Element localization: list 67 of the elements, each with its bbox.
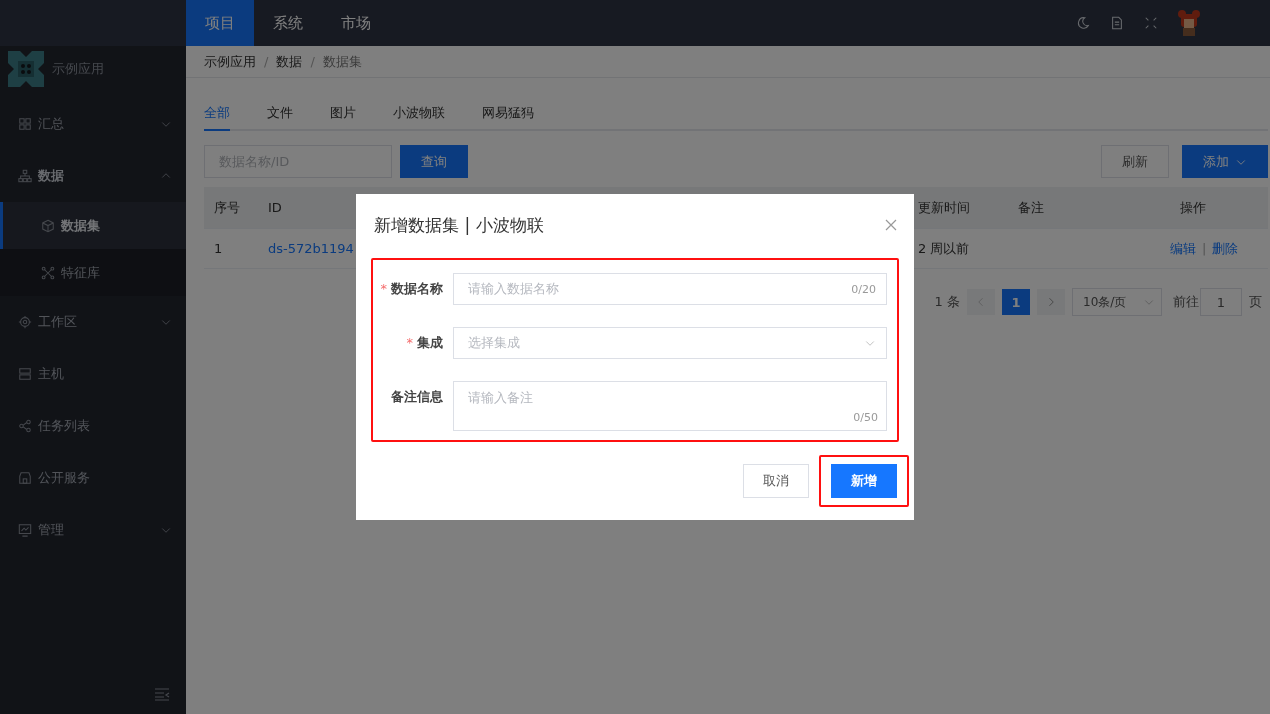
sidebar-subitem[interactable]: 特征库 — [0, 249, 186, 296]
tab[interactable]: 网易猛犸 — [482, 98, 534, 131]
tab[interactable]: 图片 — [330, 98, 356, 131]
refresh-button[interactable]: 刷新 — [1101, 145, 1169, 178]
field-label: * 数据名称 — [379, 280, 444, 298]
action-link[interactable]: 编辑 — [1170, 239, 1196, 258]
nav-tab[interactable]: 项目 — [186, 0, 254, 46]
sidebar-subitem[interactable]: 数据集 — [0, 202, 186, 249]
page-suffix: 页 — [1249, 293, 1262, 311]
tab[interactable]: 全部 — [204, 98, 230, 131]
goto-label: 前往 — [1173, 293, 1199, 311]
breadcrumb-separator: / — [310, 54, 315, 69]
sidebar-item[interactable]: 主机 — [0, 348, 186, 400]
input-field[interactable]: 请输入数据名称 0/20 — [453, 273, 887, 305]
sidebar-item[interactable]: 管理 — [0, 504, 186, 556]
sidebar-item[interactable]: 数据 — [0, 150, 186, 202]
dialog-title: 新增数据集 | 小波物联 — [374, 213, 544, 237]
page-input[interactable]: 1 — [1200, 288, 1242, 316]
id-link[interactable]: ds-572b1194 — [258, 241, 358, 256]
nav-tab[interactable]: 系统 — [254, 0, 322, 46]
menu-icon — [18, 471, 32, 485]
menu-icon — [18, 315, 32, 329]
avatar-icon[interactable] — [1178, 10, 1200, 36]
menu-icon — [41, 265, 55, 280]
menu-icon — [18, 419, 32, 433]
nav-tab[interactable]: 市场 — [322, 0, 390, 46]
table-cell-text: 2 周以前 — [917, 239, 971, 258]
breadcrumb-item: 数据集 — [322, 52, 362, 71]
field-label: 备注信息 — [390, 388, 444, 406]
column-header: 备注 — [1017, 198, 1045, 217]
add-button[interactable]: 添加 — [1182, 145, 1268, 178]
breadcrumb-separator: / — [264, 54, 269, 69]
total-count: 1 条 — [934, 293, 960, 311]
collapse-menu-icon[interactable] — [154, 686, 170, 702]
column-header: ID — [267, 200, 283, 215]
menu-icon — [41, 218, 55, 233]
column-header: 更新时间 — [917, 198, 971, 217]
sidebar-item[interactable]: 工作区 — [0, 296, 186, 348]
action-separator: | — [1202, 241, 1207, 256]
submit-button[interactable]: 新增 — [831, 464, 897, 498]
sidebar-item[interactable]: 任务列表 — [0, 400, 186, 452]
document-icon[interactable] — [1110, 16, 1124, 30]
breadcrumb-item[interactable]: 示例应用 — [204, 52, 256, 71]
query-button[interactable]: 查询 — [400, 145, 468, 178]
menu-icon — [18, 367, 32, 381]
select-field[interactable]: 选择集成 — [453, 327, 887, 359]
sidebar-item[interactable]: 汇总 — [0, 98, 186, 150]
menu-icon — [18, 169, 32, 183]
close-icon[interactable] — [885, 219, 897, 231]
table-cell-text: 1 — [213, 241, 224, 256]
logo-icon — [8, 51, 44, 87]
field-label: * 集成 — [405, 334, 444, 352]
column-header: 序号 — [213, 198, 241, 217]
textarea-field[interactable]: 请输入备注 0/50 — [453, 381, 887, 431]
menu-icon — [18, 117, 32, 131]
tab[interactable]: 小波物联 — [393, 98, 445, 131]
action-link[interactable]: 删除 — [1212, 239, 1239, 258]
tab[interactable]: 文件 — [267, 98, 293, 131]
menu-icon — [18, 523, 32, 537]
page-button[interactable]: 1 — [1002, 289, 1030, 315]
cancel-button[interactable]: 取消 — [743, 464, 809, 498]
moon-icon[interactable] — [1076, 16, 1090, 30]
fullscreen-icon[interactable] — [1144, 16, 1158, 30]
sidebar-item[interactable]: 公开服务 — [0, 452, 186, 504]
column-header: 操作 — [1179, 198, 1207, 217]
page-size-select[interactable]: 10条/页 — [1072, 288, 1162, 316]
breadcrumb-item[interactable]: 数据 — [276, 52, 303, 71]
